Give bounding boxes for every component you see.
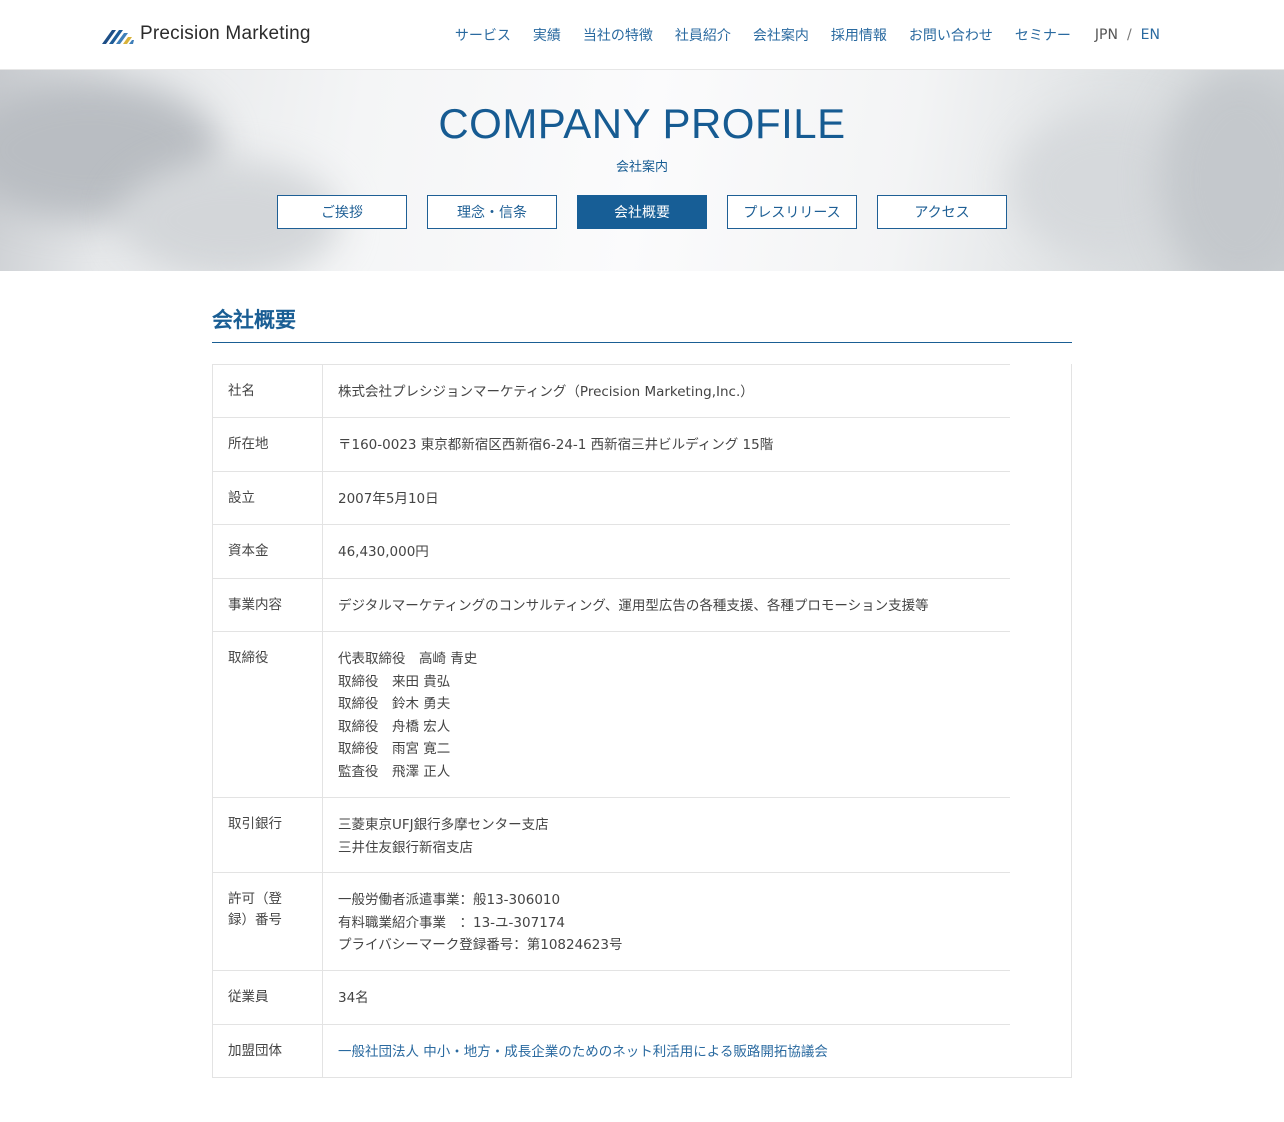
row-label: 取締役 <box>213 632 323 797</box>
hero-title: COMPANY PROFILE <box>438 100 846 147</box>
row-label: 社名 <box>213 365 323 417</box>
hero-subtitle: 会社案内 <box>615 160 668 175</box>
row-value: 一般社団法人 中小・地方・成長企業のためのネット利活用による販路開拓協議会 <box>338 1041 1000 1064</box>
row-label: 許可（登 録）番号 <box>213 873 323 970</box>
tab-philosophy[interactable]: 理念・信条 <box>427 195 557 229</box>
row-label: 設立 <box>213 472 323 524</box>
row-value: 34名 <box>338 987 1000 1010</box>
value-line: 取締役 鈴木 勇夫 <box>338 696 451 712</box>
value-line: 有料職業紹介事業 ：13-ユ-307174 <box>338 914 565 931</box>
tab-greeting[interactable]: ご挨拶 <box>277 195 407 229</box>
nav-features[interactable]: 当社の特徴 <box>583 25 653 45</box>
row-label: 資本金 <box>213 525 323 578</box>
value-line: デジタルマーケティングのコンサルティング、運用型広告の各種支援、各種プロモーショ… <box>338 598 929 614</box>
row-value: 〒160-0023 東京都新宿区西新宿6-24-1 西新宿三井ビルディング 15… <box>338 434 1000 457</box>
nav-staff[interactable]: 社員紹介 <box>675 25 731 45</box>
row-label: 事業内容 <box>213 579 323 631</box>
value-line: 〒160-0023 東京都新宿区西新宿6-24-1 西新宿三井ビルディング 15… <box>338 437 774 453</box>
table-row-affiliation: 加盟団体 一般社団法人 中小・地方・成長企業のためのネット利活用による販路開拓協… <box>212 1024 1010 1078</box>
row-label-line: 許可（登 <box>228 891 282 907</box>
row-value: 株式会社プレシジョンマーケティング（Precision Marketing,In… <box>338 381 1000 404</box>
value-line: 監査役 飛澤 正人 <box>338 763 451 780</box>
lang-en-link[interactable]: EN <box>1141 27 1160 43</box>
value-line: 代表取締役 高崎 青史 <box>338 651 478 667</box>
section-tabs: ご挨拶 理念・信条 会社概要 プレスリリース アクセス <box>277 195 1007 229</box>
table-row-founded: 設立 2007年5月10日 <box>212 471 1010 524</box>
nav-recruit[interactable]: 採用情報 <box>831 25 887 45</box>
row-label: 所在地 <box>213 418 323 471</box>
value-line: プライバシーマーク登録番号：第10824623号 <box>338 937 623 953</box>
table-row-banks: 取引銀行 三菱東京UFJ銀行多摩センター支店 三井住友銀行新宿支店 <box>212 797 1010 872</box>
logo-text: Precision Marketing <box>140 23 311 44</box>
row-value: 代表取締役 高崎 青史 取締役 来田 貴弘 取締役 鈴木 勇夫 取締役 舟橋 宏… <box>338 648 1000 783</box>
value-line: 取締役 舟橋 宏人 <box>338 718 451 735</box>
table-row-directors: 取締役 代表取締役 高崎 青史 取締役 来田 貴弘 取締役 鈴木 勇夫 取締役 … <box>212 631 1010 797</box>
value-line: 株式会社プレシジョンマーケティング（Precision Marketing,In… <box>338 384 754 400</box>
value-line: 34名 <box>338 990 369 1006</box>
nav-contact[interactable]: お問い合わせ <box>909 25 993 45</box>
lang-separator: / <box>1126 27 1132 43</box>
value-line: 三菱東京UFJ銀行多摩センター支店 <box>338 817 549 833</box>
table-row-address: 所在地 〒160-0023 東京都新宿区西新宿6-24-1 西新宿三井ビルディン… <box>212 417 1010 471</box>
value-line: 三井住友銀行新宿支店 <box>338 839 473 856</box>
table-row-license: 許可（登 録）番号 一般労働者派遣事業：般13-306010 有料職業紹介事業 … <box>212 872 1010 970</box>
lang-jpn-link[interactable]: JPN <box>1095 27 1118 43</box>
logo[interactable]: Precision Marketing <box>102 20 311 48</box>
nav-services[interactable]: サービス <box>455 25 511 45</box>
site-header: Precision Marketing サービス 実績 当社の特徴 社員紹介 会… <box>0 0 1284 70</box>
row-value: 46,430,000円 <box>338 541 1000 564</box>
table-row-capital: 資本金 46,430,000円 <box>212 524 1010 578</box>
row-label: 従業員 <box>213 971 323 1024</box>
table-row-employees: 従業員 34名 <box>212 970 1010 1024</box>
company-profile-table: 社名 株式会社プレシジョンマーケティング（Precision Marketing… <box>212 364 1072 1078</box>
value-line: 46,430,000円 <box>338 544 429 560</box>
row-label-line: 録）番号 <box>228 912 282 928</box>
table-row-business: 事業内容 デジタルマーケティングのコンサルティング、運用型広告の各種支援、各種プ… <box>212 578 1010 631</box>
value-line: 2007年5月10日 <box>338 491 439 507</box>
nav-company[interactable]: 会社案内 <box>753 25 809 45</box>
hero-banner: COMPANY PROFILE 会社案内 ご挨拶 理念・信条 会社概要 プレスリ… <box>0 70 1284 271</box>
tab-company-overview[interactable]: 会社概要 <box>577 195 707 229</box>
tab-press-release[interactable]: プレスリリース <box>727 195 857 229</box>
logo-mark-icon <box>102 30 134 44</box>
value-line: 取締役 来田 貴弘 <box>338 673 451 690</box>
section-divider <box>212 342 1072 343</box>
table-row-company-name: 社名 株式会社プレシジョンマーケティング（Precision Marketing… <box>212 364 1010 417</box>
row-label: 取引銀行 <box>213 798 323 872</box>
row-value: 2007年5月10日 <box>338 488 1000 511</box>
language-switch: JPN / EN <box>1095 27 1160 43</box>
row-value: 一般労働者派遣事業：般13-306010 有料職業紹介事業 ：13-ユ-3071… <box>338 889 1000 957</box>
nav-results[interactable]: 実績 <box>533 25 561 45</box>
value-line: 一般労働者派遣事業：般13-306010 <box>338 892 561 908</box>
affiliation-link[interactable]: 一般社団法人 中小・地方・成長企業のためのネット利活用による販路開拓協議会 <box>338 1041 1000 1064</box>
value-line: 取締役 雨宮 寛二 <box>338 741 451 757</box>
row-label: 加盟団体 <box>213 1025 323 1078</box>
section-title: 会社概要 <box>212 308 296 332</box>
main-nav: サービス 実績 当社の特徴 社員紹介 会社案内 採用情報 お問い合わせ セミナー… <box>455 22 1160 48</box>
row-value: 三菱東京UFJ銀行多摩センター支店 三井住友銀行新宿支店 <box>338 814 1000 859</box>
tab-access[interactable]: アクセス <box>877 195 1007 229</box>
nav-seminar[interactable]: セミナー <box>1015 25 1071 45</box>
row-value: デジタルマーケティングのコンサルティング、運用型広告の各種支援、各種プロモーショ… <box>338 595 1000 618</box>
